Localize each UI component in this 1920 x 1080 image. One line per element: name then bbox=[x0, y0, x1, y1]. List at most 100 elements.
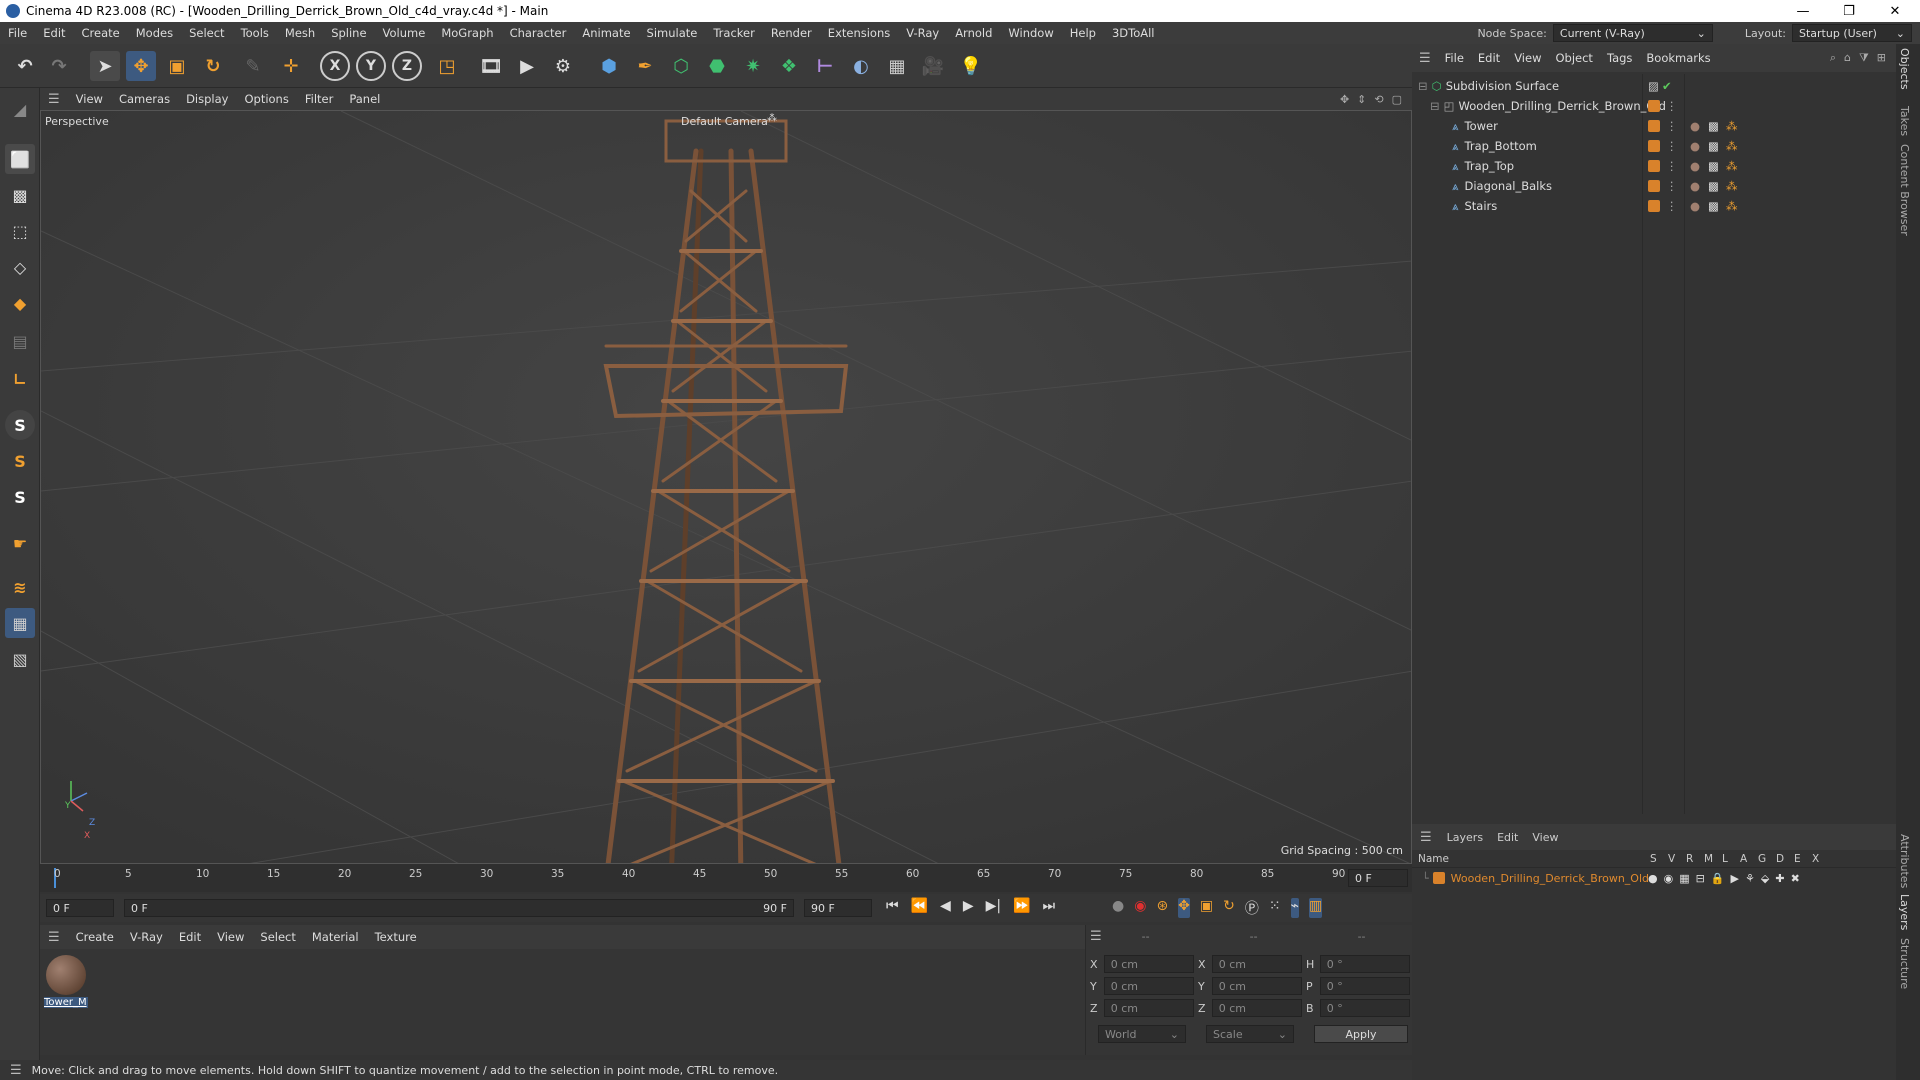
layer-color-icon[interactable] bbox=[1648, 200, 1660, 212]
viewport-3d[interactable]: Perspective Default Camera ⁂ Grid Spacin… bbox=[40, 110, 1412, 864]
object-panel-menu-icon[interactable]: ☰ bbox=[1412, 51, 1438, 66]
menu-mograph[interactable]: MoGraph bbox=[433, 26, 501, 40]
visibility-dots-icon[interactable]: ⋮ bbox=[1666, 179, 1678, 193]
viewport-menu-panel[interactable]: Panel bbox=[341, 92, 388, 106]
edit-toggle-icon[interactable]: ▨ bbox=[1648, 79, 1659, 93]
side-tab-structure[interactable]: Structure bbox=[1898, 938, 1911, 989]
vray-tag-icon[interactable]: ⁂ bbox=[1726, 199, 1738, 213]
viewport-menu-display[interactable]: Display bbox=[178, 92, 236, 106]
solo-mode-icon[interactable]: ▧ bbox=[5, 644, 35, 674]
material-menu-vray[interactable]: V-Ray bbox=[122, 930, 171, 944]
vray-tag-icon[interactable]: ⁂ bbox=[1726, 179, 1738, 193]
lock-icon[interactable]: 🔒 bbox=[1711, 872, 1725, 885]
viewport-menu-filter[interactable]: Filter bbox=[297, 92, 341, 106]
render-icon[interactable]: ▦ bbox=[1679, 872, 1689, 885]
menu-animate[interactable]: Animate bbox=[574, 26, 638, 40]
viewport-panel-menu-icon[interactable]: ☰ bbox=[40, 92, 68, 107]
visible-eye-icon[interactable]: ◉ bbox=[1664, 872, 1674, 885]
texture-mode-icon[interactable]: ▩ bbox=[5, 180, 35, 210]
render-view-icon[interactable]: 🎞 bbox=[476, 51, 506, 81]
menu-spline[interactable]: Spline bbox=[323, 26, 374, 40]
viewport-menu-cameras[interactable]: Cameras bbox=[111, 92, 178, 106]
uvw-tag-icon[interactable]: ▩ bbox=[1708, 159, 1719, 173]
layer-color-icon[interactable] bbox=[1648, 140, 1660, 152]
collapse-toggle-icon[interactable]: ⊟ bbox=[1418, 79, 1428, 93]
minimize-button[interactable]: — bbox=[1780, 0, 1826, 22]
menu-edit[interactable]: Edit bbox=[35, 26, 73, 40]
side-tab-objects[interactable]: Objects bbox=[1898, 48, 1911, 90]
menu-help[interactable]: Help bbox=[1062, 26, 1104, 40]
generators-icon[interactable]: ⚘ bbox=[1745, 872, 1755, 885]
record-all-icon[interactable]: ● bbox=[1112, 898, 1124, 918]
key-position-icon[interactable]: ✥ bbox=[1178, 898, 1190, 918]
xref-icon[interactable]: ✖ bbox=[1791, 872, 1800, 885]
layout-dropdown[interactable]: Startup (User) ⌄ bbox=[1792, 24, 1912, 42]
animation-icon[interactable]: ▶ bbox=[1731, 872, 1739, 885]
snap-settings-icon[interactable]: S bbox=[5, 446, 35, 476]
visibility-dots-icon[interactable]: ⋮ bbox=[1666, 199, 1678, 213]
object-row-stairs[interactable]: ⩓ Stairs ⋮ ● ▩ ⁂ bbox=[1412, 196, 1892, 216]
frame-range-slider[interactable]: 0 F 90 F bbox=[124, 899, 794, 917]
material-swatch[interactable]: Tower_M bbox=[44, 953, 88, 1011]
light-icon[interactable]: 💡 bbox=[956, 51, 986, 81]
layers-menu-view[interactable]: View bbox=[1525, 831, 1565, 844]
pen-spline-icon[interactable]: ✒ bbox=[630, 51, 660, 81]
uvw-tag-icon[interactable]: ▩ bbox=[1708, 139, 1719, 153]
viewport-dolly-icon[interactable]: ⇕ bbox=[1357, 93, 1366, 106]
key-pla-icon[interactable]: ⁙ bbox=[1269, 898, 1281, 918]
uvw-tag-icon[interactable]: ▩ bbox=[1708, 179, 1719, 193]
object-menu-bookmarks[interactable]: Bookmarks bbox=[1639, 51, 1717, 65]
uvw-tag-icon[interactable]: ▩ bbox=[1708, 119, 1719, 133]
layer-row[interactable]: └ Wooden_Drilling_Derrick_Brown_Old ● ◉ … bbox=[1412, 868, 1900, 888]
menu-arnold[interactable]: Arnold bbox=[947, 26, 1000, 40]
play-icon[interactable]: ▶ bbox=[963, 898, 974, 914]
coord-mode-dropdown[interactable]: World ⌄ bbox=[1098, 1025, 1186, 1043]
expressions-icon[interactable]: ✚ bbox=[1775, 872, 1784, 885]
object-row-diagonal-balks[interactable]: ⩓ Diagonal_Balks ⋮ ● ▩ ⁂ bbox=[1412, 176, 1892, 196]
select-tool-icon[interactable]: ➤ bbox=[90, 51, 120, 81]
viewport-menu-options[interactable]: Options bbox=[236, 92, 296, 106]
polygons-mode-icon[interactable]: ◆ bbox=[5, 288, 35, 318]
render-to-picture-viewer-icon[interactable]: ▶ bbox=[512, 51, 542, 81]
workplane-icon[interactable]: ∟ bbox=[5, 364, 35, 394]
search-icon[interactable]: ⌕ bbox=[1830, 51, 1836, 65]
material-tag-icon[interactable]: ● bbox=[1690, 199, 1700, 213]
viewport-camera-label[interactable]: Default Camera bbox=[681, 115, 768, 128]
side-tab-attributes[interactable]: Attributes bbox=[1898, 834, 1911, 888]
material-tag-icon[interactable]: ● bbox=[1690, 139, 1700, 153]
material-tag-icon[interactable]: ● bbox=[1690, 179, 1700, 193]
viewport-move-icon[interactable]: ✥ bbox=[1340, 93, 1349, 106]
mograph-effector-icon[interactable]: ❖ bbox=[774, 51, 804, 81]
menu-select[interactable]: Select bbox=[181, 26, 232, 40]
menu-vray[interactable]: V-Ray bbox=[898, 26, 947, 40]
material-tag-icon[interactable]: ● bbox=[1690, 159, 1700, 173]
maximize-button[interactable]: ❐ bbox=[1826, 0, 1872, 22]
apply-button[interactable]: Apply bbox=[1314, 1025, 1408, 1043]
object-row-derrick[interactable]: ⊟ ◰ Wooden_Drilling_Derrick_Brown_Old ⋮ bbox=[1412, 96, 1892, 116]
model-mode-icon[interactable]: ⬜ bbox=[5, 144, 35, 174]
rotate-tool-icon[interactable]: ↻ bbox=[198, 51, 228, 81]
deformer-icon[interactable]: ⊢ bbox=[810, 51, 840, 81]
object-row-subdivision-surface[interactable]: ⊟ ⬡ Subdivision Surface ▨ ✔ bbox=[1412, 76, 1892, 96]
home-icon[interactable]: ⌂ bbox=[1844, 51, 1851, 65]
floor-scene-icon[interactable]: ▦ bbox=[882, 51, 912, 81]
vray-tag-icon[interactable]: ⁂ bbox=[1726, 159, 1738, 173]
menu-character[interactable]: Character bbox=[502, 26, 575, 40]
make-editable-icon[interactable]: ◢ bbox=[5, 94, 35, 124]
key-parameter-icon[interactable]: Ⓟ bbox=[1245, 898, 1259, 918]
node-space-dropdown[interactable]: Current (V-Ray) ⌄ bbox=[1552, 24, 1713, 42]
points-mode-icon[interactable]: ⬚ bbox=[5, 216, 35, 246]
material-panel-menu-icon[interactable]: ☰ bbox=[40, 930, 68, 945]
tweak-mode-icon[interactable]: ☛ bbox=[5, 528, 35, 558]
menu-mesh[interactable]: Mesh bbox=[277, 26, 323, 40]
next-frame-icon[interactable]: ▶| bbox=[986, 898, 1001, 914]
layer-color-icon[interactable] bbox=[1648, 120, 1660, 132]
menu-volume[interactable]: Volume bbox=[375, 26, 434, 40]
close-button[interactable]: ✕ bbox=[1872, 0, 1918, 22]
size-x-field[interactable]: 0 cm bbox=[1211, 955, 1302, 973]
move-tool-icon[interactable]: ✥ bbox=[126, 51, 156, 81]
size-z-field[interactable]: 0 cm bbox=[1211, 999, 1302, 1017]
redo-icon[interactable]: ↷ bbox=[44, 51, 74, 81]
extrude-generator-icon[interactable]: ⬣ bbox=[702, 51, 732, 81]
viewport-menu-view[interactable]: View bbox=[68, 92, 111, 106]
